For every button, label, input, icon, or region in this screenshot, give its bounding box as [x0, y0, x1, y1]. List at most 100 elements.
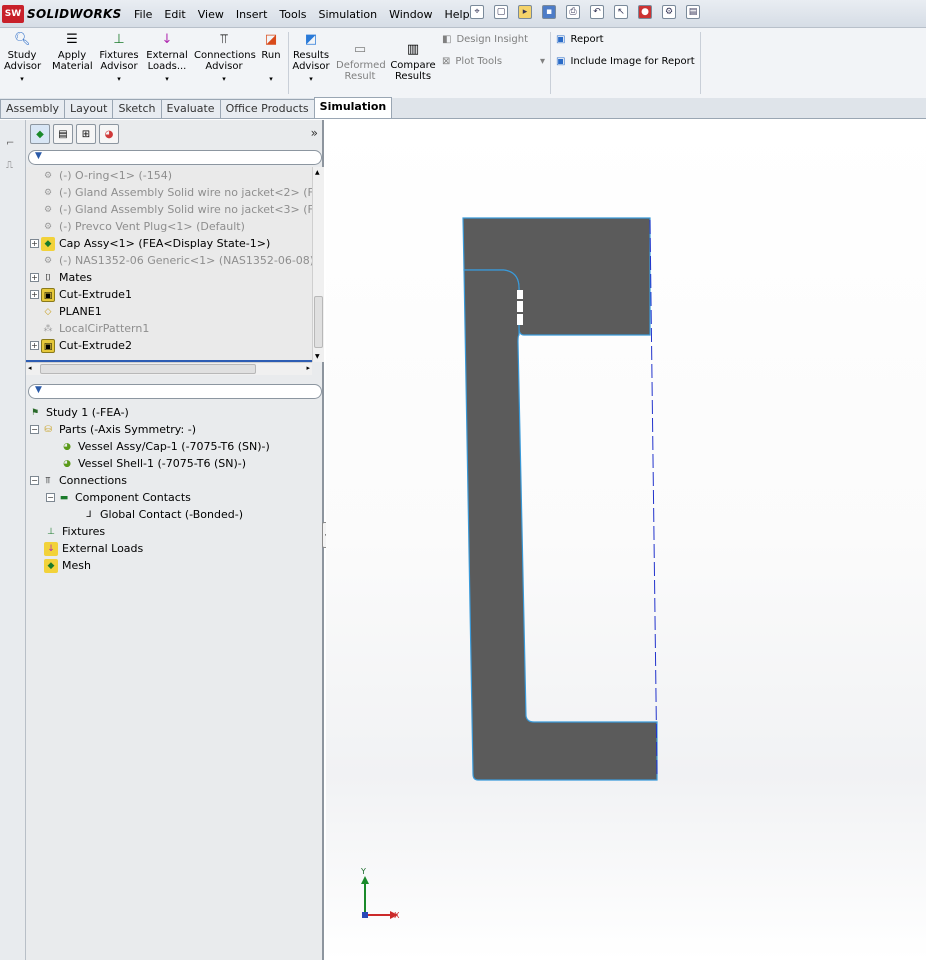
menu-view[interactable]: View: [198, 8, 224, 21]
study-advisor-button[interactable]: 🔍︎ Study Advisor ▾: [4, 32, 41, 85]
tab-sketch[interactable]: Sketch: [112, 99, 162, 118]
undo-icon[interactable]: ↶: [590, 5, 604, 19]
scroll-right-icon[interactable]: ▸: [306, 364, 310, 372]
tree-item[interactable]: + ◆ Cap Assy<1> (FEA<Display State-1>): [30, 235, 270, 252]
print-icon[interactable]: ⎙: [566, 5, 580, 19]
expand-toggle-icon[interactable]: +: [30, 239, 39, 248]
connections-icon: ⫪: [220, 32, 228, 47]
rebuild-icon[interactable]: ●: [638, 5, 652, 19]
expand-chevron-icon[interactable]: »: [311, 126, 318, 140]
open-icon[interactable]: ▸: [518, 5, 532, 19]
collapse-toggle-icon[interactable]: −: [30, 425, 39, 434]
tree-item[interactable]: + ▣ Cut-Extrude1: [30, 286, 132, 303]
tab-simulation[interactable]: Simulation: [313, 97, 393, 118]
graphics-viewport[interactable]: Y X: [326, 120, 926, 960]
tree-item[interactable]: ⚙ (-) Gland Assembly Solid wire no jacke…: [30, 201, 323, 218]
tree-item[interactable]: ⚙ (-) O-ring<1> (-154): [30, 167, 172, 184]
external-loads-button[interactable]: ↓ External Loads... ▾: [145, 32, 189, 85]
tab-assembly[interactable]: Assembly: [0, 99, 66, 118]
tab-office-products[interactable]: Office Products: [219, 99, 315, 118]
tree-item[interactable]: ⚑ Study 1 (-FEA-): [28, 404, 129, 421]
tree-item[interactable]: ◕ Vessel Assy/Cap-1 (-7075-T6 (SN)-): [60, 438, 270, 455]
expand-toggle-icon[interactable]: +: [30, 290, 39, 299]
triad-x-label: X: [394, 911, 400, 920]
save-icon[interactable]: ▪: [542, 5, 556, 19]
material-list-icon: ☰: [66, 32, 78, 47]
plane-icon: ◇: [44, 306, 52, 317]
tree-item[interactable]: ⚙ (-) NAS1352-06 Generic<1> (NAS1352-06-…: [30, 252, 314, 269]
new-document-icon[interactable]: ▢: [494, 5, 508, 19]
config-tab-icon[interactable]: ⊞: [76, 124, 96, 144]
feature-tree-tab-icon[interactable]: ◆: [30, 124, 50, 144]
chevron-down-icon: ▾: [222, 75, 226, 83]
mesh-icon: ◆: [44, 558, 58, 573]
tree-item[interactable]: ◇ PLANE1: [30, 303, 102, 320]
scroll-up-icon[interactable]: ▲: [315, 169, 320, 176]
deformed-result-button[interactable]: ▭ Deformed Result: [336, 42, 386, 82]
options-icon[interactable]: ⚙: [662, 5, 676, 19]
expand-toggle-icon[interactable]: +: [30, 273, 39, 282]
compare-results-button[interactable]: ▥ Compare Results: [390, 42, 436, 82]
cut-extrude-icon: ▣: [41, 338, 55, 353]
menu-insert[interactable]: Insert: [236, 8, 268, 21]
tree-item[interactable]: + ⌷ Mates: [30, 269, 92, 286]
tree-item[interactable]: ↓ External Loads: [44, 540, 143, 557]
tree-filter-input[interactable]: ▼: [28, 150, 322, 165]
scroll-left-icon[interactable]: ◂: [28, 364, 32, 372]
include-image-button[interactable]: ▣ Include Image for Report: [556, 56, 695, 67]
deformed-icon: ▭: [353, 42, 367, 57]
scrollbar-thumb[interactable]: [40, 364, 256, 374]
menu-file[interactable]: File: [134, 8, 152, 21]
tree-item[interactable]: − ⛁ Parts (-Axis Symmetry: -): [30, 421, 196, 438]
plot-tools-dropdown[interactable]: ▾: [540, 56, 545, 67]
menu-help[interactable]: Help: [444, 8, 469, 21]
tree-item[interactable]: ◕ Vessel Shell-1 (-7075-T6 (SN)-): [60, 455, 246, 472]
tree-item[interactable]: ⁂ LocalCirPattern1: [30, 320, 150, 337]
report-button[interactable]: ▣ Report: [556, 34, 604, 45]
tree-item[interactable]: ◆ Mesh: [44, 557, 91, 574]
sketch-icon[interactable]: ⌐: [6, 138, 14, 149]
tree-item[interactable]: + ▣ Cut-Extrude2: [30, 337, 132, 354]
tab-layout[interactable]: Layout: [64, 99, 114, 118]
deformed-result-line1: Deformed: [336, 60, 386, 71]
expand-toggle-icon[interactable]: +: [30, 341, 39, 350]
solidworks-logo[interactable]: SW SOLIDWORKS: [2, 4, 122, 24]
plot-tools-button[interactable]: ⊠ Plot Tools: [442, 56, 502, 67]
menu-window[interactable]: Window: [389, 8, 432, 21]
connections-advisor-button[interactable]: ⫪ Connections Advisor ▾: [194, 32, 256, 85]
magnifier-icon: 🔍︎: [14, 32, 31, 47]
results-advisor-button[interactable]: ◩ Results Advisor ▾: [292, 32, 330, 85]
tree-item[interactable]: − ▬ Component Contacts: [46, 489, 191, 506]
tree-item[interactable]: ⚙ (-) Prevco Vent Plug<1> (Default): [30, 218, 245, 235]
fixtures-advisor-button[interactable]: ⊥ Fixtures Advisor ▾: [98, 32, 140, 85]
design-insight-button[interactable]: ◧ Design Insight: [442, 34, 528, 45]
run-button[interactable]: ◪ Run ▾: [258, 32, 284, 85]
tree-item[interactable]: ⚙ (-) Gland Assembly Solid wire no jacke…: [30, 184, 323, 201]
menu-tools[interactable]: Tools: [279, 8, 306, 21]
chevron-down-icon: ▾: [117, 75, 121, 83]
study-filter-input[interactable]: ▼: [28, 384, 322, 399]
scrollbar-thumb[interactable]: [314, 296, 323, 348]
simulation-study-tree: ⚑ Study 1 (-FEA-) − ⛁ Parts (-Axis Symmet…: [26, 401, 324, 601]
scroll-down-icon[interactable]: ▼: [315, 353, 320, 360]
menu-edit[interactable]: Edit: [164, 8, 185, 21]
tree-vertical-scrollbar[interactable]: ▲ ▼: [312, 167, 324, 362]
report-label: Report: [570, 34, 604, 45]
menu-simulation[interactable]: Simulation: [319, 8, 378, 21]
appearance-tab-icon[interactable]: ◕: [99, 124, 119, 144]
select-icon[interactable]: ↖: [614, 5, 628, 19]
tree-item[interactable]: ⅃ Global Contact (-Bonded-): [82, 506, 243, 523]
tab-evaluate[interactable]: Evaluate: [160, 99, 221, 118]
customize-icon[interactable]: ▤: [686, 5, 700, 19]
pin-icon[interactable]: ⌖: [470, 5, 484, 19]
tree-item[interactable]: ⊥ Fixtures: [44, 523, 105, 540]
collapse-toggle-icon[interactable]: −: [30, 476, 39, 485]
connections-icon: ⫪: [45, 475, 51, 486]
apply-material-button[interactable]: ☰ Apply Material: [52, 32, 93, 72]
suppressed-part-icon: ⚙: [43, 187, 53, 198]
tree-item[interactable]: − ⫪ Connections: [30, 472, 127, 489]
collapse-toggle-icon[interactable]: −: [46, 493, 55, 502]
tree-horizontal-scrollbar[interactable]: ◂ ▸: [26, 362, 312, 375]
step-icon[interactable]: ⎍: [6, 160, 13, 171]
property-tab-icon[interactable]: ▤: [53, 124, 73, 144]
